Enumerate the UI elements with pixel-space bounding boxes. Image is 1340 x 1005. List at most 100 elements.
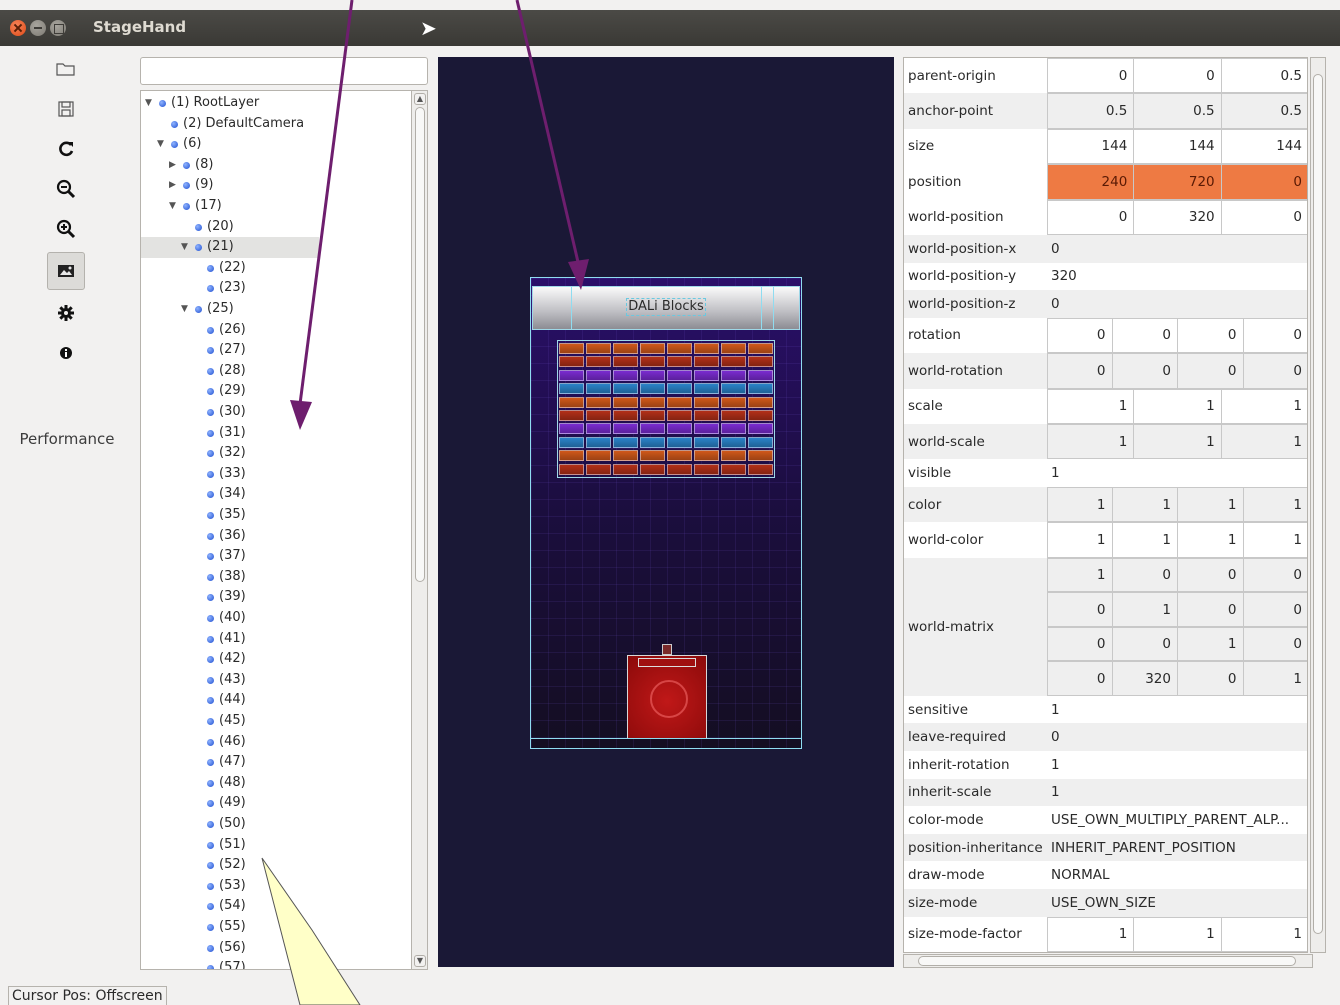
tree-row[interactable]: (57) <box>141 958 319 969</box>
properties-hscroll-thumb[interactable] <box>918 956 1296 966</box>
property-value[interactable]: 0 <box>1047 290 1307 318</box>
expanded-arrow-icon[interactable]: ▼ <box>169 196 176 216</box>
scroll-down-icon[interactable]: ▼ <box>414 955 426 967</box>
settings-button[interactable] <box>47 294 85 332</box>
tree-row[interactable]: (30) <box>141 402 319 423</box>
tree-row[interactable]: ▼ (1) RootLayer <box>141 93 319 114</box>
property-value[interactable]: 1 <box>1047 459 1307 487</box>
tree-row[interactable]: (35) <box>141 505 319 526</box>
property-value[interactable]: 0 <box>1047 723 1307 751</box>
property-value-cell[interactable]: 0 <box>1047 626 1113 662</box>
property-value-cell[interactable]: 0.5 <box>1221 93 1307 129</box>
info-button[interactable] <box>47 334 85 372</box>
property-value[interactable]: INHERIT_PARENT_POSITION <box>1047 833 1307 862</box>
save-button[interactable] <box>47 90 85 128</box>
open-folder-button[interactable] <box>47 50 85 88</box>
property-value-cell[interactable]: 0.5 <box>1221 58 1307 94</box>
property-value-cell[interactable]: 0 <box>1112 626 1178 662</box>
property-value-cell[interactable]: 320 <box>1112 661 1178 696</box>
expanded-arrow-icon[interactable]: ▼ <box>181 237 188 257</box>
property-value-cell[interactable]: 0 <box>1178 317 1244 354</box>
property-value[interactable]: USE_OWN_SIZE <box>1047 889 1307 917</box>
property-value-cell[interactable]: 0 <box>1221 164 1307 200</box>
tree-scroll-thumb[interactable] <box>415 107 425 582</box>
property-value-cell[interactable]: 1 <box>1112 522 1178 558</box>
tree-row[interactable]: ▼ (25) <box>141 299 319 320</box>
tree-row[interactable]: (2) DefaultCamera <box>141 114 319 135</box>
tree-row[interactable]: (56) <box>141 938 319 959</box>
stage-preview[interactable]: DALi Blocks <box>530 277 802 749</box>
scroll-up-icon[interactable]: ▲ <box>414 93 426 105</box>
tree-row[interactable]: (31) <box>141 423 319 444</box>
property-value-cell[interactable]: 1 <box>1178 487 1244 523</box>
property-value-cell[interactable]: 0 <box>1243 626 1307 662</box>
property-value[interactable]: NORMAL <box>1047 861 1307 889</box>
tree-row[interactable]: (27) <box>141 340 319 361</box>
tree-row[interactable]: ▼ (6) <box>141 134 319 155</box>
tree-row[interactable]: (41) <box>141 629 319 650</box>
property-value-cell[interactable]: 1 <box>1134 424 1222 460</box>
tree-row[interactable]: (38) <box>141 567 319 588</box>
collapsed-arrow-icon[interactable]: ▶ <box>169 175 176 195</box>
expanded-arrow-icon[interactable]: ▼ <box>181 299 188 319</box>
property-value-cell[interactable]: 0 <box>1134 58 1222 94</box>
tree-row[interactable]: (48) <box>141 773 319 794</box>
refresh-button[interactable] <box>47 130 85 168</box>
property-value[interactable]: 1 <box>1047 695 1307 724</box>
property-value-cell[interactable]: 0 <box>1047 317 1113 354</box>
tree-row[interactable]: (33) <box>141 464 319 485</box>
tree-row[interactable]: ▼ (21) <box>141 237 319 258</box>
property-value-cell[interactable]: 0 <box>1112 557 1178 593</box>
properties-vertical-scrollbar[interactable] <box>1310 57 1326 953</box>
tree-row[interactable]: (32) <box>141 443 319 464</box>
property-value-cell[interactable]: 1 <box>1047 388 1135 424</box>
property-value-cell[interactable]: 0.5 <box>1134 93 1222 129</box>
close-window-button[interactable] <box>10 20 26 36</box>
property-value-cell[interactable]: 0 <box>1178 661 1244 696</box>
property-value-cell[interactable]: 1 <box>1221 916 1307 952</box>
properties-scroll-thumb[interactable] <box>1313 74 1323 934</box>
properties-horizontal-scrollbar[interactable] <box>903 954 1313 968</box>
tree-row[interactable]: (51) <box>141 835 319 856</box>
property-value-cell[interactable]: 1 <box>1221 388 1307 424</box>
tree-row[interactable]: (23) <box>141 278 319 299</box>
property-value-cell[interactable]: 240 <box>1047 164 1135 200</box>
tree-row[interactable]: (53) <box>141 876 319 897</box>
property-value-cell[interactable]: 0 <box>1112 317 1178 354</box>
tree-row[interactable]: (46) <box>141 732 319 753</box>
property-value-cell[interactable]: 1 <box>1178 522 1244 558</box>
property-value[interactable]: 1 <box>1047 778 1307 807</box>
property-value[interactable]: 320 <box>1047 262 1307 291</box>
property-value-cell[interactable]: 0 <box>1243 317 1307 354</box>
property-value-cell[interactable]: 0 <box>1047 353 1113 389</box>
property-value-cell[interactable]: 0 <box>1112 353 1178 389</box>
property-value-cell[interactable]: 1 <box>1047 557 1113 593</box>
property-value-cell[interactable]: 1 <box>1047 424 1135 460</box>
collapsed-arrow-icon[interactable]: ▶ <box>169 155 176 175</box>
tree-row[interactable]: (39) <box>141 587 319 608</box>
zoom-in-button[interactable] <box>47 210 85 248</box>
property-value-cell[interactable]: 1 <box>1243 487 1307 523</box>
expanded-arrow-icon[interactable]: ▼ <box>157 134 164 154</box>
tree-row[interactable]: (22) <box>141 258 319 279</box>
property-value[interactable]: USE_OWN_MULTIPLY_PARENT_ALP... <box>1047 806 1307 834</box>
tree-row[interactable]: (36) <box>141 526 319 547</box>
tree-row[interactable]: (34) <box>141 484 319 505</box>
property-value-cell[interactable]: 1 <box>1047 487 1113 523</box>
property-value-cell[interactable]: 320 <box>1134 199 1222 235</box>
zoom-out-button[interactable] <box>47 170 85 208</box>
property-value-cell[interactable]: 0.5 <box>1047 93 1135 129</box>
property-value-cell[interactable]: 1 <box>1243 661 1307 696</box>
tree-row[interactable]: (29) <box>141 381 319 402</box>
property-value-cell[interactable]: 1 <box>1178 626 1244 662</box>
property-value-cell[interactable]: 0 <box>1178 592 1244 627</box>
tree-row[interactable]: (28) <box>141 361 319 382</box>
tree-row[interactable]: (50) <box>141 814 319 835</box>
property-value-cell[interactable]: 144 <box>1134 128 1222 165</box>
property-value-cell[interactable]: 1 <box>1112 487 1178 523</box>
property-value-cell[interactable]: 0 <box>1047 199 1135 235</box>
property-value[interactable]: 1 <box>1047 751 1307 779</box>
tree-row[interactable]: (55) <box>141 917 319 938</box>
tree-row[interactable]: ▶ (9) <box>141 175 319 196</box>
tree-row[interactable]: (47) <box>141 752 319 773</box>
